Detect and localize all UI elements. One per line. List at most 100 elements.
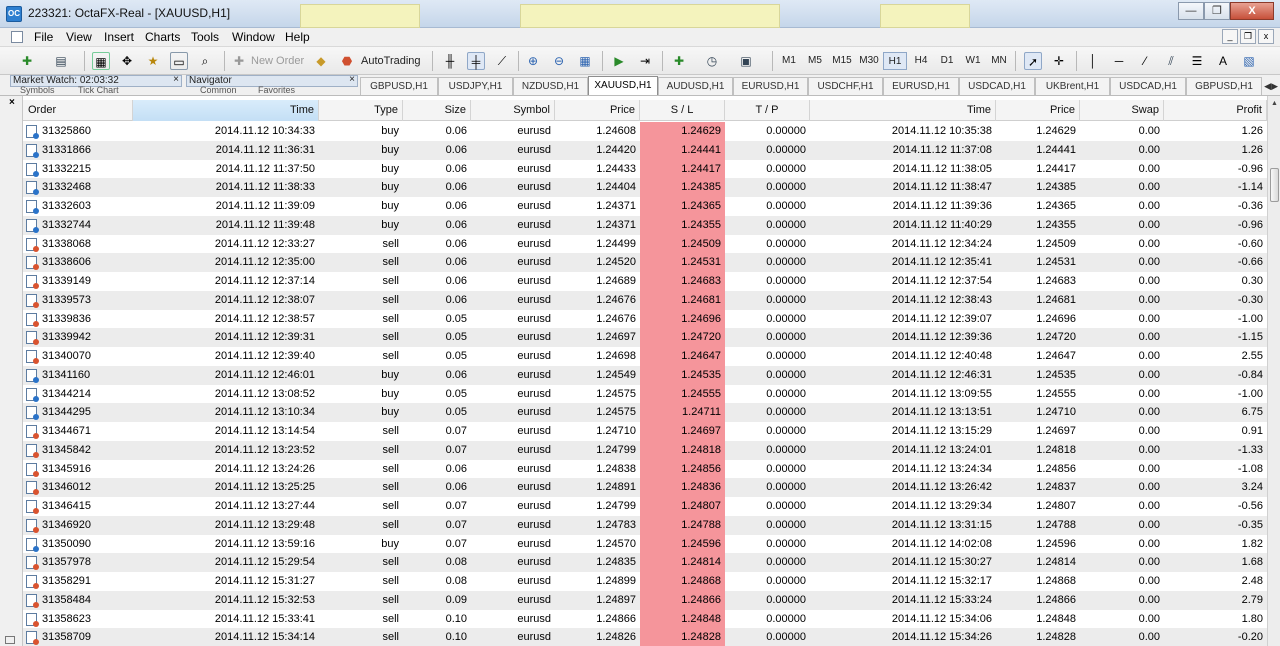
timeframe-m30[interactable]: M30 — [856, 52, 882, 70]
text-icon[interactable]: A — [1214, 52, 1232, 70]
panel-dock-icon[interactable] — [5, 636, 15, 644]
column-header-symbol[interactable]: Symbol — [471, 100, 555, 121]
menu-charts[interactable]: Charts — [145, 30, 180, 44]
autotrading-button[interactable]: AutoTrading — [361, 51, 421, 71]
close-button[interactable]: X — [1230, 2, 1274, 20]
vertical-line-icon[interactable]: │ — [1084, 52, 1102, 70]
scrollbar-thumb[interactable] — [1270, 168, 1279, 202]
table-row[interactable]: 31358484 2014.11.12 15:32:53 sell 0.09 eurus… — [23, 590, 1267, 610]
close-icon[interactable]: × — [173, 75, 179, 85]
tab-tick-chart[interactable]: Tick Chart — [78, 86, 119, 95]
table-row[interactable]: 31332744 2014.11.12 11:39:48 buy 0.06 eurusd… — [23, 215, 1267, 235]
table-row[interactable]: 31332215 2014.11.12 11:37:50 buy 0.06 eurusd… — [23, 159, 1267, 179]
column-header-close-price[interactable]: Price — [996, 100, 1080, 121]
table-row[interactable]: 31338606 2014.11.12 12:35:00 sell 0.06 eurus… — [23, 253, 1267, 273]
tab-chart-gbpusd[interactable]: GBPUSD,H1 — [360, 77, 438, 95]
fibonacci-icon[interactable]: ☰ — [1188, 52, 1206, 70]
tab-chart-eurusd-2[interactable]: EURUSD,H1 — [883, 77, 959, 95]
tab-common[interactable]: Common — [200, 86, 237, 95]
column-header-size[interactable]: Size — [403, 100, 471, 121]
table-row[interactable]: 31339942 2014.11.12 12:39:31 sell 0.05 eurus… — [23, 328, 1267, 348]
table-row[interactable]: 31332603 2014.11.12 11:39:09 buy 0.06 eurusd… — [23, 197, 1267, 216]
text-label-icon[interactable]: ▧ — [1240, 52, 1258, 70]
timeframe-mn[interactable]: MN — [987, 52, 1011, 70]
zoom-out-icon[interactable]: ⊖ — [550, 52, 568, 70]
column-header-swap[interactable]: Swap — [1080, 100, 1164, 121]
column-header-time[interactable]: Time — [133, 100, 319, 121]
table-row[interactable]: 31357978 2014.11.12 15:29:54 sell 0.08 eurus… — [23, 553, 1267, 573]
tab-chart-eurusd[interactable]: EURUSD,H1 — [733, 77, 808, 95]
table-row[interactable]: 31344671 2014.11.12 13:14:54 sell 0.07 eurus… — [23, 422, 1267, 441]
timeframe-h4[interactable]: H4 — [909, 52, 933, 70]
strategy-tester-icon[interactable]: ⌕ — [196, 52, 214, 70]
tile-windows-icon[interactable]: ▦ — [576, 52, 594, 70]
tab-scroll-arrows[interactable]: ◀▶ — [1264, 81, 1278, 92]
tab-chart-usdcad-2[interactable]: USDCAD,H1 — [1110, 77, 1186, 95]
table-row[interactable]: 31325860 2014.11.12 10:34:33 buy 0.06 eurusd… — [23, 122, 1267, 141]
mdi-restore-button[interactable]: ❐ — [1240, 29, 1256, 44]
menu-tools[interactable]: Tools — [191, 30, 219, 44]
table-row[interactable]: 31358709 2014.11.12 15:34:14 sell 0.10 eurus… — [23, 628, 1267, 646]
tab-chart-usdcad[interactable]: USDCAD,H1 — [959, 77, 1035, 95]
tab-chart-audusd[interactable]: AUDUSD,H1 — [658, 77, 733, 95]
table-row[interactable]: 31338068 2014.11.12 12:33:27 sell 0.06 eurus… — [23, 234, 1267, 254]
table-row[interactable]: 31340070 2014.11.12 12:39:40 sell 0.05 eurus… — [23, 347, 1267, 366]
timeframe-m1[interactable]: M1 — [777, 52, 801, 70]
mdi-minimize-button[interactable]: _ — [1222, 29, 1238, 44]
table-row[interactable]: 31345916 2014.11.12 13:24:26 sell 0.06 eurus… — [23, 459, 1267, 479]
column-header-type[interactable]: Type — [319, 100, 403, 121]
table-row[interactable]: 31345842 2014.11.12 13:23:52 sell 0.07 eurus… — [23, 440, 1267, 460]
table-row[interactable]: 31358291 2014.11.12 15:31:27 sell 0.08 eurus… — [23, 572, 1267, 591]
menu-help[interactable]: Help — [285, 30, 310, 44]
timeframe-m5[interactable]: M5 — [803, 52, 827, 70]
tab-chart-ukbrent[interactable]: UKBrent,H1 — [1035, 77, 1110, 95]
column-header-profit[interactable]: Profit — [1164, 100, 1267, 121]
metaeditor-icon[interactable]: ◆ — [312, 52, 330, 70]
table-row[interactable]: 31331866 2014.11.12 11:36:31 buy 0.06 eurusd… — [23, 140, 1267, 160]
candlestick-icon[interactable]: ╪ — [467, 52, 485, 70]
timeframe-w1[interactable]: W1 — [961, 52, 985, 70]
minimize-button[interactable]: — — [1178, 2, 1204, 20]
column-header-price[interactable]: Price — [555, 100, 640, 121]
tab-symbols[interactable]: Symbols — [20, 86, 55, 95]
table-row[interactable]: 31339836 2014.11.12 12:38:57 sell 0.05 eurus… — [23, 309, 1267, 329]
column-header-tp[interactable]: T / P — [725, 100, 810, 121]
tab-chart-usdjpy[interactable]: USDJPY,H1 — [438, 77, 513, 95]
tab-chart-nzdusd[interactable]: NZDUSD,H1 — [513, 77, 588, 95]
autotrading-icon[interactable]: ⬣ — [338, 52, 356, 70]
timeframe-d1[interactable]: D1 — [935, 52, 959, 70]
table-row[interactable]: 31344214 2014.11.12 13:08:52 buy 0.05 eurusd… — [23, 384, 1267, 404]
trendline-icon[interactable]: ⁄ — [1136, 52, 1154, 70]
bar-chart-icon[interactable]: ╫ — [441, 52, 459, 70]
periods-icon[interactable]: ◷ — [703, 52, 721, 70]
vertical-scrollbar[interactable]: ▲ — [1267, 96, 1280, 646]
scroll-up-icon[interactable]: ▲ — [1269, 98, 1280, 110]
zoom-in-icon[interactable]: ⊕ — [524, 52, 542, 70]
tab-chart-gbpusd-2[interactable]: GBPUSD,H1 — [1186, 77, 1262, 95]
market-watch-icon[interactable]: ▦ — [92, 52, 110, 70]
mdi-close-button[interactable]: x — [1258, 29, 1274, 44]
column-header-sl[interactable]: S / L — [640, 100, 725, 121]
menu-window[interactable]: Window — [232, 30, 275, 44]
data-window-icon[interactable]: ✥ — [118, 52, 136, 70]
tab-favorites[interactable]: Favorites — [258, 86, 295, 95]
channel-icon[interactable]: ⫽ — [1162, 52, 1180, 70]
auto-scroll-icon[interactable]: ⇥ — [636, 52, 654, 70]
new-order-icon[interactable]: ✚ — [230, 52, 248, 70]
tab-chart-usdchf[interactable]: USDCHF,H1 — [808, 77, 883, 95]
profiles-icon[interactable]: ▤ — [52, 52, 70, 70]
close-icon[interactable]: × — [9, 97, 15, 108]
indicators-icon[interactable]: ✚ — [670, 52, 688, 70]
timeframe-m15[interactable]: M15 — [829, 52, 855, 70]
table-row[interactable]: 31341160 2014.11.12 12:46:01 buy 0.06 eurusd… — [23, 365, 1267, 385]
table-row[interactable]: 31346012 2014.11.12 13:25:25 sell 0.06 eurus… — [23, 478, 1267, 498]
document-icon[interactable] — [11, 31, 23, 43]
table-row[interactable]: 31350090 2014.11.12 13:59:16 buy 0.07 eurusd… — [23, 534, 1267, 554]
navigator-icon[interactable]: ★ — [144, 52, 162, 70]
crosshair-icon[interactable]: ✛ — [1050, 52, 1068, 70]
table-row[interactable]: 31346415 2014.11.12 13:27:44 sell 0.07 eurus… — [23, 497, 1267, 516]
table-row[interactable]: 31339573 2014.11.12 12:38:07 sell 0.06 eurus… — [23, 290, 1267, 310]
new-chart-icon[interactable]: ✚ — [18, 52, 36, 70]
table-row[interactable]: 31332468 2014.11.12 11:38:33 buy 0.06 eurusd… — [23, 178, 1267, 198]
new-order-button[interactable]: New Order — [251, 51, 304, 71]
